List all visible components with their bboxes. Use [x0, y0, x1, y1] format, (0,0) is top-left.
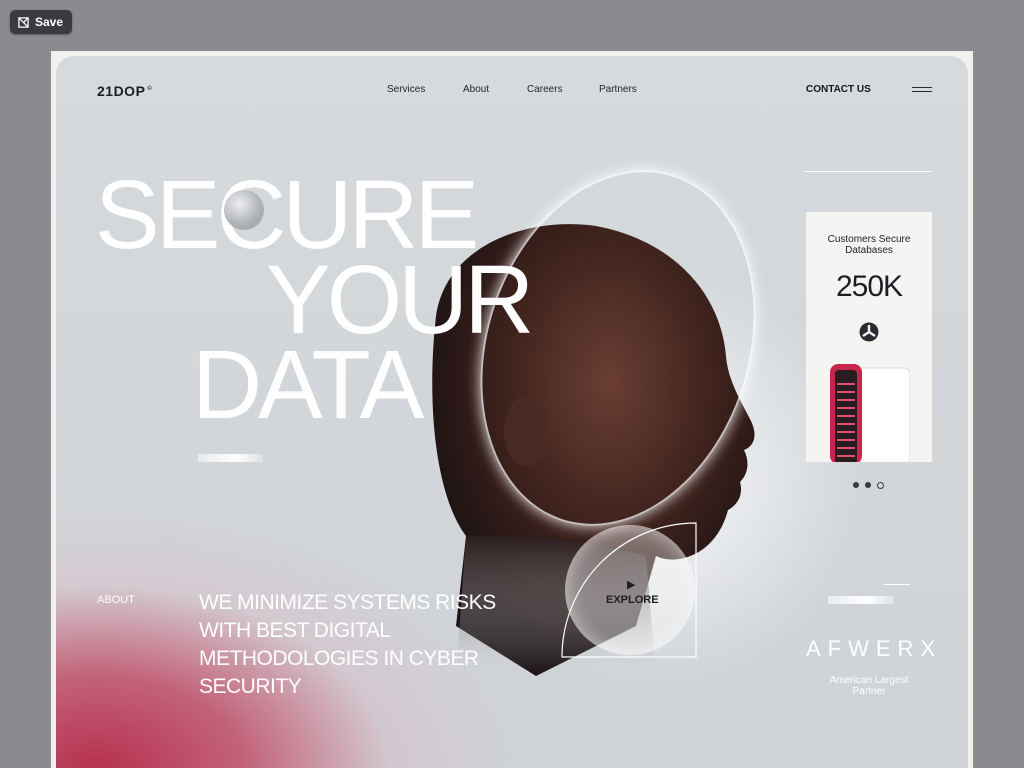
explore-label: EXPLORE	[606, 594, 659, 606]
save-icon	[18, 16, 29, 28]
stat-card[interactable]: Customers Secure Databases 250K	[806, 212, 932, 462]
play-icon: ▶	[627, 579, 636, 591]
stat-card-label: Customers Secure Databases	[827, 234, 911, 256]
server-image	[830, 364, 910, 462]
shield-logo-icon	[859, 322, 879, 342]
decor-bar	[198, 454, 263, 462]
carousel-dots	[853, 482, 884, 489]
about-link[interactable]: ABOUT	[97, 594, 135, 606]
carousel-dot[interactable]	[877, 482, 884, 489]
nav-about[interactable]: About	[463, 84, 489, 95]
hero-title-line-3: DATA	[192, 330, 424, 439]
save-button[interactable]: Save	[10, 10, 73, 34]
nav-careers[interactable]: Careers	[527, 84, 563, 95]
menu-icon[interactable]	[912, 87, 932, 95]
explore-button[interactable]: ▶ EXPLORE	[561, 522, 697, 658]
save-button-label: Save	[35, 15, 64, 29]
brand-logo-text: 21DOP	[97, 83, 146, 99]
nav-partners[interactable]: Partners	[599, 84, 637, 95]
hero-section: 21DOP © Services About Careers Partners C…	[56, 56, 968, 768]
contact-us-link[interactable]: CONTACT US	[806, 84, 871, 95]
divider	[884, 584, 910, 585]
stat-card-value: 250K	[835, 270, 903, 303]
partner-logo: AFWERX	[806, 636, 943, 661]
brand-logo[interactable]: 21DOP ©	[97, 83, 152, 99]
chrome-sphere	[224, 190, 264, 230]
carousel-dot[interactable]	[853, 482, 859, 488]
hero-tagline: WE MINIMIZE SYSTEMS RISKS WITH BEST DIGI…	[199, 591, 496, 698]
divider	[805, 171, 931, 172]
decor-bar	[828, 596, 894, 604]
partner-caption: American Largest Partner	[829, 675, 909, 697]
nav-services[interactable]: Services	[387, 84, 425, 95]
copyright-mark: ©	[147, 86, 153, 93]
carousel-dot[interactable]	[865, 482, 871, 488]
